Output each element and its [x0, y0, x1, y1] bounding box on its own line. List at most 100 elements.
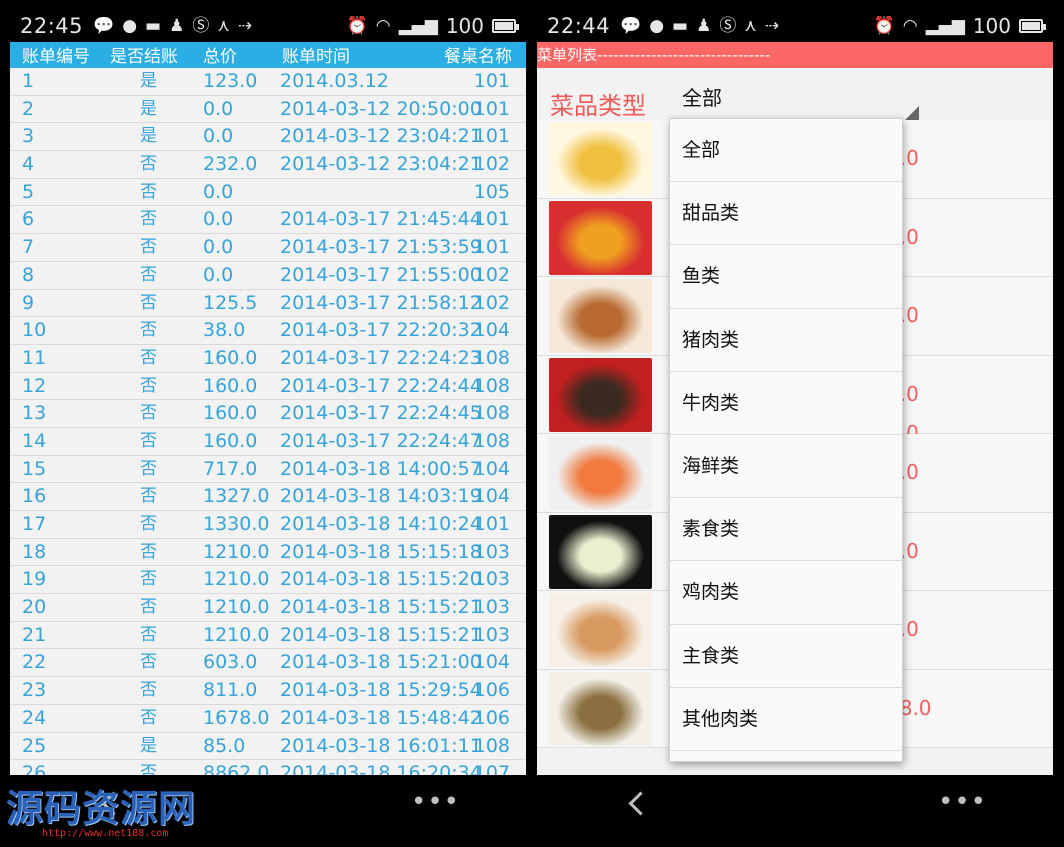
signal-icon: ▂▄▆	[925, 15, 965, 36]
cell-total: 85.0	[203, 734, 246, 757]
cell-bill-id: 1	[22, 70, 35, 92]
cell-table-name: 103	[473, 568, 510, 591]
status-bar: 22:45 💬 ● ▬ ♟ Ⓢ ⋏ ⇢ ⏰ ◠ ▂▄▆ 100	[10, 10, 526, 42]
cell-total: 603.0	[203, 651, 258, 674]
table-row[interactable]: 8 否 0.0 2014-03-17 21:55:00 102	[10, 261, 526, 290]
cell-bill-time: 2014-03-12 23:04:21	[280, 125, 482, 148]
cell-table-name: 101	[473, 208, 510, 231]
dropdown-option[interactable]: 鸡肉类	[670, 561, 902, 625]
cell-bill-time: 2014-03-18 15:21:00	[280, 651, 482, 674]
cell-bill-id: 14	[22, 429, 47, 452]
cell-bill-id: 25	[22, 734, 47, 757]
nav-bar: •••	[537, 775, 1053, 837]
cell-table-name: 101	[473, 97, 510, 120]
table-row[interactable]: 14 否 160.0 2014-03-17 22:24:47 108	[10, 427, 526, 456]
bill-table-body[interactable]: 1 是 123.0 2014.03.12 101 2 是 0.0 2014-03-12 20:5…	[10, 68, 526, 775]
table-row[interactable]: 19 否 1210.0 2014-03-18 15:15:20 103	[10, 566, 526, 595]
qq-icon: ♟	[169, 15, 185, 36]
cell-settled: 否	[140, 569, 157, 590]
dropdown-option[interactable]: 猪肉类	[670, 309, 902, 372]
cell-bill-id: 15	[22, 457, 47, 480]
cell-bill-id: 23	[22, 679, 47, 702]
cell-bill-id: 6	[22, 208, 35, 231]
cell-settled: 否	[140, 181, 157, 202]
cell-settled: 否	[140, 320, 157, 341]
cell-total: 717.0	[203, 457, 258, 480]
usb-icon: ⇢	[764, 15, 780, 36]
dropdown-option[interactable]: 全部	[670, 119, 902, 183]
table-row[interactable]: 13 否 160.0 2014-03-17 22:24:45 108	[10, 400, 526, 428]
cell-table-name: 101	[473, 236, 510, 259]
table-row[interactable]: 23 否 811.0 2014-03-18 15:29:54 106	[10, 677, 526, 705]
table-row[interactable]: 12 否 160.0 2014-03-17 22:24:44 108	[10, 372, 526, 401]
cell-bill-id: 2	[22, 97, 35, 120]
cell-total: 123.0	[203, 70, 258, 92]
cell-bill-time: 2014-03-18 15:29:54	[280, 679, 482, 702]
table-row[interactable]: 22 否 603.0 2014-03-18 15:21:00 104	[10, 649, 526, 678]
cell-bill-time: 2014-03-12 20:50:00	[280, 97, 482, 120]
table-row[interactable]: 17 否 1330.0 2014-03-18 14:10:24 101	[10, 511, 526, 539]
dropdown-option[interactable]: 素食类	[670, 498, 902, 562]
table-row[interactable]: 20 否 1210.0 2014-03-18 15:15:21 103	[10, 594, 526, 622]
table-row[interactable]: 3 是 0.0 2014-03-12 23:04:21 101	[10, 123, 526, 152]
table-row[interactable]: 11 否 160.0 2014-03-17 22:24:23 108	[10, 344, 526, 373]
table-row[interactable]: 7 否 0.0 2014-03-17 21:53:59 101	[10, 234, 526, 262]
cell-bill-id: 18	[22, 540, 47, 563]
table-row[interactable]: 5 否 0.0 105	[10, 178, 526, 207]
dropdown-option[interactable]: 甜品类	[670, 182, 902, 246]
table-row[interactable]: 2 是 0.0 2014-03-12 20:50:00 101	[10, 95, 526, 124]
message-icon: ▬	[672, 15, 689, 36]
cell-bill-time: 2014-03-17 22:24:44	[280, 374, 482, 397]
category-spinner[interactable]: 全部	[669, 72, 919, 122]
header-bill-id: 账单编号	[22, 47, 90, 67]
cell-bill-time: 2014-03-12 23:04:21	[280, 153, 482, 176]
more-menu-button[interactable]: •••	[411, 787, 460, 817]
dropdown-option[interactable]: 其他肉类	[670, 688, 902, 751]
table-row[interactable]: 1 是 123.0 2014.03.12 101	[10, 68, 526, 96]
cell-table-name: 104	[473, 457, 510, 480]
signal-icon: ▂▄▆	[398, 15, 438, 36]
table-row[interactable]: 16 否 1327.0 2014-03-18 14:03:19 104	[10, 483, 526, 511]
back-button[interactable]	[624, 787, 654, 823]
alarm-icon: ⏰	[873, 15, 895, 36]
table-row[interactable]: 24 否 1678.0 2014-03-18 15:48:42 106	[10, 704, 526, 733]
table-row[interactable]: 9 否 125.5 2014-03-17 21:58:12 102	[10, 289, 526, 318]
header-bill-time: 账单时间	[282, 47, 350, 67]
cell-bill-id: 10	[22, 319, 47, 342]
table-row[interactable]: 15 否 717.0 2014-03-18 14:00:57 104	[10, 455, 526, 484]
dropdown-option[interactable]: 海鲜类	[670, 435, 902, 499]
cell-bill-id: 11	[22, 346, 47, 369]
cell-total: 1210.0	[203, 596, 270, 619]
table-row[interactable]: 25 是 85.0 2014-03-18 16:01:11 108	[10, 732, 526, 761]
cell-total: 160.0	[203, 402, 258, 425]
cell-total: 160.0	[203, 346, 258, 369]
dropdown-option[interactable]: 牛肉类	[670, 372, 902, 435]
dropdown-option[interactable]: 主食类	[670, 625, 902, 688]
cell-bill-id: 26	[22, 762, 47, 775]
cell-bill-time: 2014-03-18 15:48:42	[280, 706, 482, 729]
more-menu-button[interactable]: •••	[938, 787, 987, 817]
table-row[interactable]: 4 否 232.0 2014-03-12 23:04:21 102	[10, 151, 526, 179]
cell-table-name: 104	[473, 485, 510, 508]
dropdown-option[interactable]: 鱼类	[670, 245, 902, 309]
cell-bill-id: 21	[22, 623, 47, 646]
cell-table-name: 101	[473, 70, 510, 92]
table-row[interactable]: 18 否 1210.0 2014-03-18 15:15:18 103	[10, 538, 526, 567]
table-row[interactable]: 26 否 8862.0 2014-03-18 16:20:34 107	[10, 760, 526, 775]
header-table-name: 餐桌名称	[444, 47, 512, 67]
table-row[interactable]: 6 否 0.0 2014-03-17 21:45:44 101	[10, 206, 526, 235]
cell-table-name: 108	[473, 734, 510, 757]
cell-table-name: 104	[473, 319, 510, 342]
cell-table-name: 103	[473, 596, 510, 619]
cell-total: 1210.0	[203, 623, 270, 646]
spinner-selected-value: 全部	[682, 86, 722, 110]
table-row[interactable]: 10 否 38.0 2014-03-17 22:20:32 104	[10, 317, 526, 345]
cell-table-name: 106	[473, 706, 510, 729]
cell-bill-time: 2014-03-17 22:24:45	[280, 402, 482, 425]
dish-photo	[549, 357, 652, 432]
spinner-arrow-icon	[905, 106, 919, 120]
category-dropdown[interactable]: 全部 甜品类 鱼类 猪肉类 牛肉类 海鲜类 素食类 鸡肉类 主食类 其他肉类	[669, 118, 903, 762]
cell-total: 811.0	[203, 679, 258, 702]
table-row[interactable]: 21 否 1210.0 2014-03-18 15:15:21 103	[10, 621, 526, 650]
cell-bill-time: 2014-03-17 21:58:12	[280, 291, 482, 314]
